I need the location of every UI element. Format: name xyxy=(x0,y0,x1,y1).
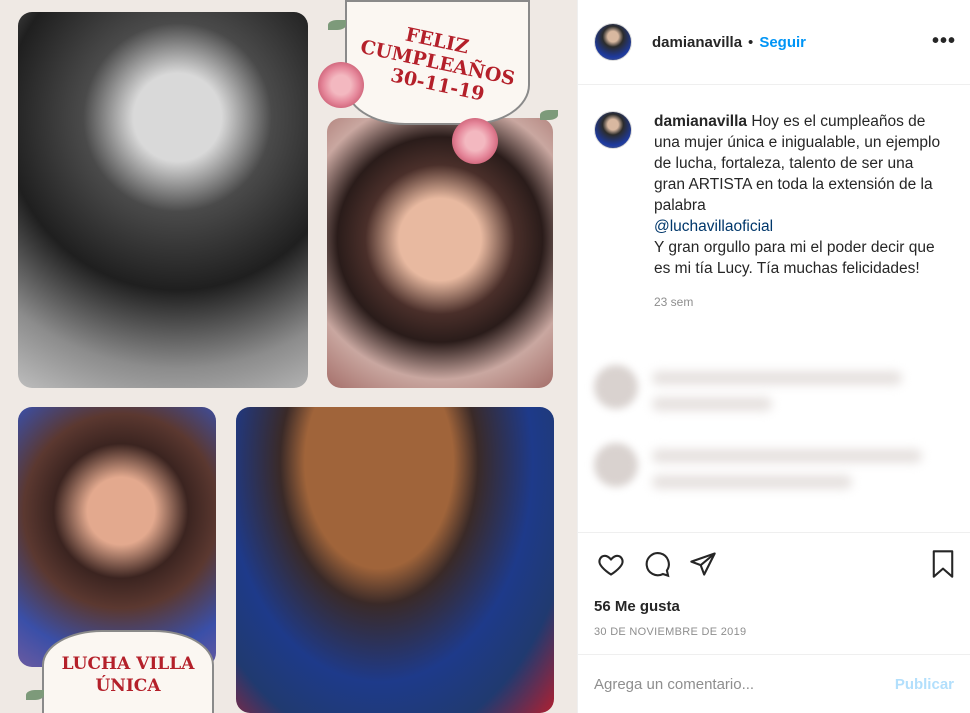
more-options-icon[interactable]: ••• xyxy=(932,30,956,53)
photo-sombrero-portrait xyxy=(236,407,554,713)
blurred-comment xyxy=(588,435,970,505)
avatar[interactable] xyxy=(594,111,632,149)
post-sidebar: damianavilla • Seguir ••• damianavilla H… xyxy=(577,0,970,713)
leaf-decoration-icon xyxy=(540,110,558,120)
bookmark-icon[interactable] xyxy=(926,547,960,581)
caption-timestamp[interactable]: 23 sem xyxy=(654,295,944,309)
post-header: damianavilla • Seguir ••• xyxy=(578,0,970,85)
action-bar xyxy=(578,532,970,594)
blurred-comment xyxy=(588,357,970,427)
caption: damianavilla Hoy es el cumpleaños de una… xyxy=(594,111,954,309)
badge-line: ÚNICA xyxy=(95,676,161,696)
comments-section: damianavilla Hoy es el cumpleaños de una… xyxy=(578,85,970,532)
instagram-post: FELIZ CUMPLEAÑOS 30-11-19 LUCHA VILLA ÚN… xyxy=(0,0,970,713)
leaf-decoration-icon xyxy=(26,690,44,700)
leaf-decoration-icon xyxy=(328,20,346,30)
publish-button[interactable]: Publicar xyxy=(895,676,954,693)
photo-smiling-portrait xyxy=(18,407,216,667)
username-link[interactable]: damianavilla xyxy=(652,34,742,51)
badge-line: LUCHA VILLA xyxy=(61,654,195,674)
share-icon[interactable] xyxy=(686,547,720,581)
caption-text-part: Y gran orgullo para mi el poder decir qu… xyxy=(654,239,935,277)
caption-username-link[interactable]: damianavilla xyxy=(654,113,747,130)
blurred-avatar xyxy=(594,365,638,409)
photo-black-white-portrait xyxy=(18,12,308,388)
follow-button[interactable]: Seguir xyxy=(759,34,806,51)
comment-icon[interactable] xyxy=(640,547,674,581)
blurred-avatar xyxy=(594,443,638,487)
post-image-collage[interactable]: FELIZ CUMPLEAÑOS 30-11-19 LUCHA VILLA ÚN… xyxy=(0,0,577,713)
name-badge: LUCHA VILLA ÚNICA xyxy=(42,630,214,713)
add-comment-bar: Publicar xyxy=(578,654,970,713)
blurred-text xyxy=(652,397,772,411)
heart-icon[interactable] xyxy=(594,547,628,581)
blurred-text xyxy=(652,475,852,489)
like-count[interactable]: 56 Me gusta xyxy=(578,594,970,620)
separator-dot: • xyxy=(748,33,754,51)
blurred-text xyxy=(652,449,922,463)
comment-input[interactable] xyxy=(594,675,874,693)
blurred-text xyxy=(652,371,902,385)
caption-text: damianavilla Hoy es el cumpleaños de una… xyxy=(654,111,944,279)
mention-link[interactable]: @luchavillaoficial xyxy=(654,218,773,235)
rose-decoration-icon xyxy=(452,118,498,164)
photo-closeup-portrait xyxy=(327,118,553,388)
avatar[interactable] xyxy=(594,23,632,61)
post-date[interactable]: 30 DE NOVIEMBRE DE 2019 xyxy=(578,620,970,654)
birthday-badge: FELIZ CUMPLEAÑOS 30-11-19 xyxy=(345,0,530,125)
rose-decoration-icon xyxy=(318,62,364,108)
